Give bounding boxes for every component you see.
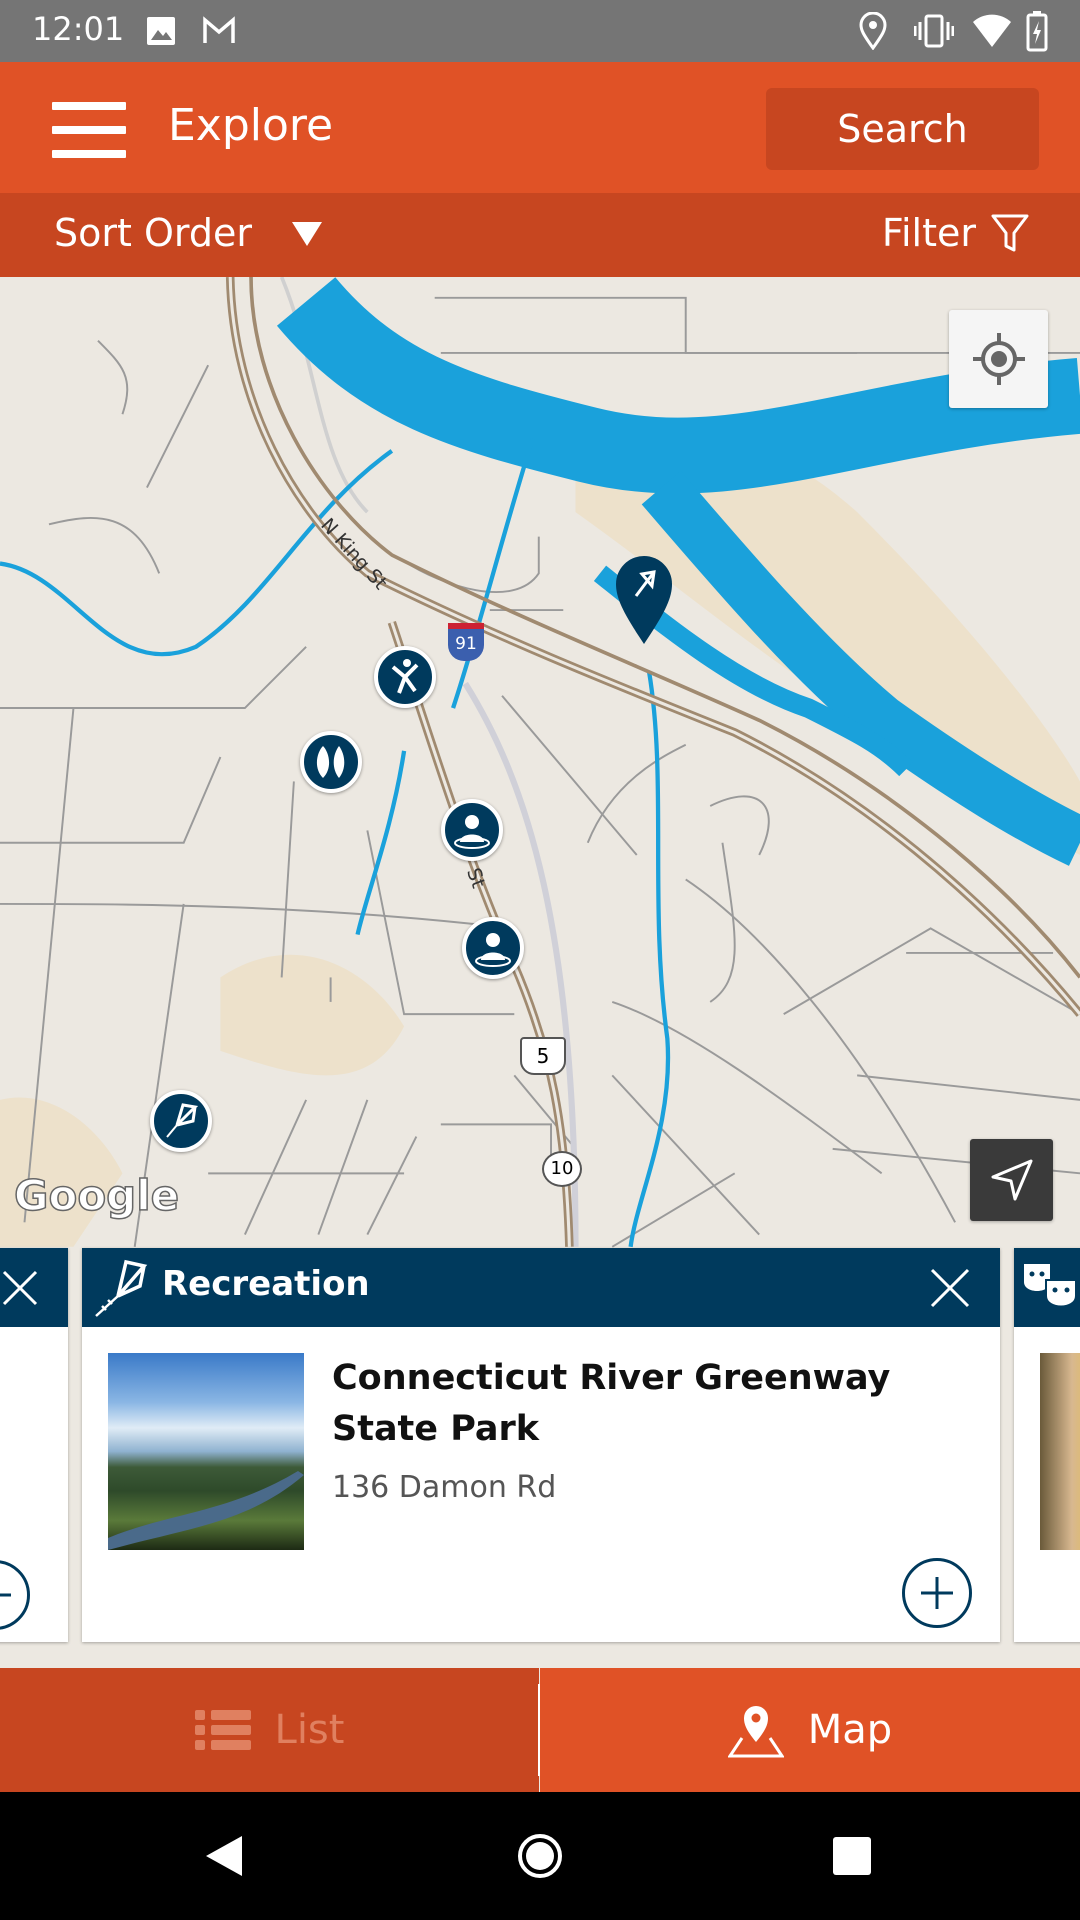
leaves-icon <box>316 746 345 778</box>
tab-list-label: List <box>274 1707 345 1753</box>
filter-label: Filter <box>881 211 976 255</box>
navigate-button[interactable] <box>970 1139 1053 1221</box>
route-shield: 5 <box>520 1037 566 1075</box>
navigation-arrow-icon <box>991 1159 1032 1201</box>
close-icon[interactable] <box>2 1270 38 1306</box>
tab-list[interactable]: List <box>0 1668 539 1792</box>
plus-icon <box>0 1593 11 1597</box>
back-icon[interactable] <box>204 1834 244 1878</box>
kite-icon <box>95 1259 148 1317</box>
vibrate-icon <box>914 14 954 48</box>
place-card[interactable]: Recreation Connecticut River Greenway St… <box>82 1248 1000 1642</box>
person-marker[interactable] <box>441 799 503 861</box>
kite-icon <box>166 1103 199 1138</box>
place-name[interactable]: Connecticut River Greenway State Park <box>332 1353 952 1455</box>
theater-masks-icon <box>1024 1264 1077 1308</box>
add-button[interactable] <box>0 1560 30 1630</box>
river-photo-detail <box>108 1471 304 1550</box>
interstate-shield: 91 <box>448 623 484 661</box>
wifi-icon <box>973 14 1011 47</box>
clock: 12:01 <box>32 10 125 48</box>
map-pin-icon <box>727 1706 784 1758</box>
sort-order-label: Sort Order <box>54 211 252 255</box>
add-button[interactable] <box>902 1558 972 1628</box>
person-icon <box>475 933 511 967</box>
sort-filter-bar: Sort Order Filter <box>0 193 1080 277</box>
place-photo <box>1040 1353 1080 1550</box>
plus-icon <box>921 1577 953 1609</box>
search-button[interactable]: Search <box>766 88 1039 170</box>
status-bar: 12:01 <box>0 0 1080 62</box>
previous-card[interactable] <box>0 1248 68 1642</box>
location-icon <box>859 12 887 50</box>
tab-map-label: Map <box>807 1707 893 1753</box>
caret-down-icon <box>291 222 322 246</box>
app-header: Explore Search <box>0 62 1080 193</box>
tab-map[interactable]: Map <box>540 1668 1080 1792</box>
system-nav-bar <box>0 1792 1080 1920</box>
recreation-pin-selected[interactable] <box>614 554 674 646</box>
home-icon[interactable] <box>516 1832 564 1880</box>
image-icon <box>147 17 175 45</box>
next-card[interactable] <box>1014 1248 1080 1642</box>
google-logo: Google <box>13 1170 180 1221</box>
filter-icon <box>991 214 1029 252</box>
close-icon[interactable] <box>930 1268 970 1308</box>
card-header: Recreation <box>82 1248 1000 1327</box>
page-title: Explore <box>168 100 334 151</box>
place-photo <box>108 1353 304 1550</box>
dancer-icon <box>391 659 419 694</box>
sort-order-dropdown[interactable]: Sort Order <box>54 211 322 255</box>
list-icon <box>194 1710 251 1750</box>
place-address: 136 Damon Rd <box>332 1470 557 1505</box>
nature-marker[interactable] <box>300 731 362 793</box>
gmail-icon <box>203 16 235 43</box>
filter-button[interactable]: Filter <box>882 211 1030 255</box>
dance-marker[interactable] <box>374 646 436 708</box>
my-location-button[interactable] <box>949 310 1048 408</box>
person-marker[interactable] <box>462 917 524 979</box>
recents-icon[interactable] <box>832 1836 872 1876</box>
route-shield: 10 <box>542 1151 582 1187</box>
bottom-nav: List Map <box>0 1668 1080 1792</box>
battery-charging-icon <box>1026 11 1048 52</box>
card-header <box>0 1248 68 1327</box>
recreation-marker[interactable] <box>150 1090 212 1152</box>
card-category: Recreation <box>162 1264 370 1304</box>
card-header <box>1014 1248 1080 1327</box>
hamburger-icon[interactable] <box>52 102 126 158</box>
crosshair-icon <box>972 333 1025 385</box>
person-icon <box>454 815 490 849</box>
